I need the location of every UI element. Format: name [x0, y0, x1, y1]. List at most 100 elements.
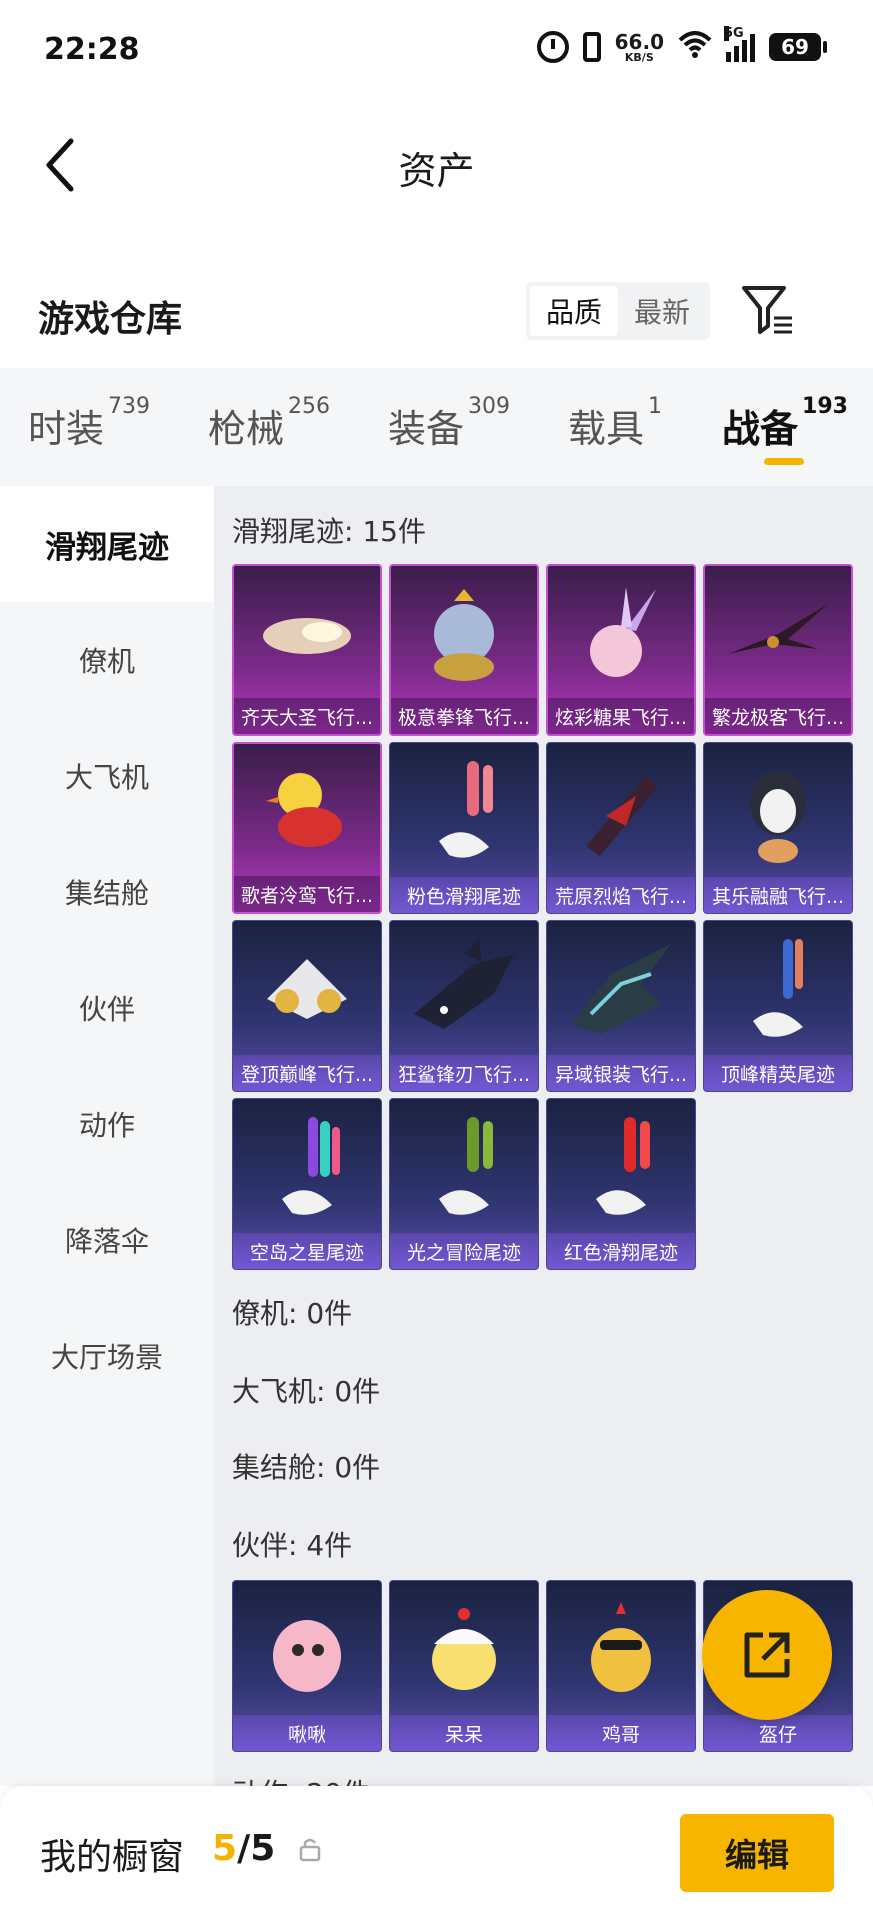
- group-label-big-plane: 大飞机: 0件: [232, 1375, 381, 1408]
- item-artwork: [390, 743, 538, 879]
- tab-active-indicator: [764, 458, 804, 465]
- edit-button[interactable]: 编辑: [680, 1814, 834, 1892]
- asset-card[interactable]: 荒原烈焰飞行...: [546, 742, 696, 914]
- lock-icon: [299, 1838, 321, 1862]
- asset-card[interactable]: 其乐融融飞行...: [703, 742, 853, 914]
- asset-card[interactable]: 红色滑翔尾迹: [546, 1098, 696, 1270]
- sidebar-item-big-plane[interactable]: 大飞机: [0, 718, 214, 834]
- asset-name: 光之冒险尾迹: [390, 1233, 538, 1269]
- tab-vehicle[interactable]: 载具1: [568, 394, 662, 453]
- battery-level: 69: [781, 35, 809, 59]
- showcase-count-current: 5: [212, 1828, 238, 1869]
- asset-name: 登顶巅峰飞行...: [233, 1055, 381, 1091]
- asset-name: 齐天大圣飞行...: [234, 698, 380, 734]
- sort-toggle: 品质 最新: [526, 282, 711, 340]
- group-label-companion: 伙伴: 4件: [232, 1529, 353, 1562]
- asset-card[interactable]: 光之冒险尾迹: [389, 1098, 539, 1270]
- tab-label: 枪械: [208, 407, 285, 451]
- item-artwork: [547, 1099, 695, 1235]
- item-artwork: [548, 566, 694, 702]
- sidebar-item-wingman[interactable]: 僚机: [0, 602, 214, 718]
- asset-card[interactable]: 异域银装飞行...: [546, 920, 696, 1092]
- sidebar-item-gathering-pod[interactable]: 集结舱: [0, 834, 214, 950]
- wifi-icon: [678, 30, 712, 64]
- asset-name: 顶峰精英尾迹: [704, 1055, 852, 1091]
- companion-card[interactable]: 啾啾: [232, 1580, 382, 1752]
- status-time: 22:28: [44, 32, 140, 67]
- item-artwork: [234, 744, 380, 880]
- asset-name: 粉色滑翔尾迹: [390, 877, 538, 913]
- item-artwork: [233, 921, 381, 1057]
- page-title: 资产: [398, 149, 475, 193]
- tab-count: 256: [288, 394, 331, 419]
- tab-label: 载具: [568, 407, 645, 451]
- asset-card[interactable]: 歌者泠鸾飞行...: [232, 742, 382, 914]
- asset-name: 呆呆: [390, 1715, 538, 1751]
- asset-name: 鸡哥: [547, 1715, 695, 1751]
- tab-count: 739: [108, 394, 151, 419]
- showcase-count: 5/5: [212, 1828, 275, 1869]
- tab-guns[interactable]: 枪械256: [208, 394, 330, 453]
- item-artwork: [547, 921, 695, 1057]
- net-speed-unit: KB/S: [624, 50, 654, 64]
- showcase-bar: 我的橱窗 5/5 编辑: [0, 1786, 873, 1920]
- asset-name: 炫彩糖果飞行...: [548, 698, 694, 734]
- share-external-icon: [744, 1632, 790, 1678]
- sidebar-item-lobby-scene[interactable]: 大厅场景: [0, 1298, 214, 1414]
- asset-name: 异域银装飞行...: [547, 1055, 695, 1091]
- group-label-gathering-pod: 集结舱: 0件: [232, 1451, 381, 1484]
- companion-card[interactable]: 呆呆: [389, 1580, 539, 1752]
- showcase-count-sep: /: [237, 1828, 251, 1869]
- share-button[interactable]: [702, 1590, 832, 1720]
- asset-name: 空岛之星尾迹: [233, 1233, 381, 1269]
- vibrate-icon: [582, 32, 601, 62]
- asset-card[interactable]: 齐天大圣飞行...: [232, 564, 382, 736]
- tab-equipment[interactable]: 装备309: [388, 394, 510, 453]
- signal-icon: 5G: [724, 26, 755, 62]
- showcase-label: 我的橱窗: [40, 1837, 185, 1878]
- item-artwork: [547, 1581, 695, 1717]
- sidebar: 滑翔尾迹 僚机 大飞机 集结舱 伙伴 动作 降落伞 大厅场景: [0, 486, 214, 1786]
- filter-button[interactable]: [740, 282, 800, 342]
- status-icons: 66.0 KB/S 5G 69: [536, 26, 827, 64]
- sidebar-item-action[interactable]: 动作: [0, 1066, 214, 1182]
- battery-icon: 69: [769, 33, 827, 61]
- item-artwork: [391, 566, 537, 702]
- item-artwork: [705, 566, 851, 702]
- item-artwork: [233, 1581, 381, 1717]
- asset-name: 其乐融融飞行...: [704, 877, 852, 913]
- asset-card[interactable]: 空岛之星尾迹: [232, 1098, 382, 1270]
- sidebar-item-glide-trail[interactable]: 滑翔尾迹: [0, 486, 214, 602]
- asset-card[interactable]: 极意拳锋飞行...: [389, 564, 539, 736]
- tab-count: 309: [468, 394, 511, 419]
- tab-fashion[interactable]: 时装739: [28, 394, 150, 453]
- item-artwork: [704, 921, 852, 1057]
- filter-icon: [742, 286, 792, 334]
- sort-quality[interactable]: 品质: [530, 286, 619, 336]
- net-speed-value: 66.0: [614, 29, 664, 54]
- asset-name: 繁龙极客飞行...: [705, 698, 851, 734]
- tab-label: 时装: [28, 407, 105, 451]
- item-artwork: [390, 921, 538, 1057]
- warehouse-title: 游戏仓库: [38, 299, 183, 340]
- asset-card[interactable]: 登顶巅峰飞行...: [232, 920, 382, 1092]
- asset-card[interactable]: 狂鲨锋刃飞行...: [389, 920, 539, 1092]
- item-artwork: [234, 566, 380, 702]
- network-type: 5G: [724, 26, 744, 41]
- sidebar-item-companion[interactable]: 伙伴: [0, 950, 214, 1066]
- asset-card[interactable]: 繁龙极客飞行...: [703, 564, 853, 736]
- asset-name: 啾啾: [233, 1715, 381, 1751]
- item-artwork: [704, 743, 852, 879]
- asset-card[interactable]: 顶峰精英尾迹: [703, 920, 853, 1092]
- category-tabs: 时装739 枪械256 装备309 载具1 战备193: [0, 368, 873, 486]
- group-label-glide-trail: 滑翔尾迹: 15件: [232, 515, 426, 548]
- companion-card[interactable]: 鸡哥: [546, 1580, 696, 1752]
- asset-card[interactable]: 粉色滑翔尾迹: [389, 742, 539, 914]
- item-artwork: [233, 1099, 381, 1235]
- sort-newest[interactable]: 最新: [618, 286, 706, 336]
- sidebar-item-parachute[interactable]: 降落伞: [0, 1182, 214, 1298]
- asset-name: 歌者泠鸾飞行...: [234, 876, 380, 912]
- alarm-icon: [536, 31, 569, 63]
- asset-card[interactable]: 炫彩糖果飞行...: [546, 564, 696, 736]
- tab-battle-prep[interactable]: 战备193: [722, 394, 848, 453]
